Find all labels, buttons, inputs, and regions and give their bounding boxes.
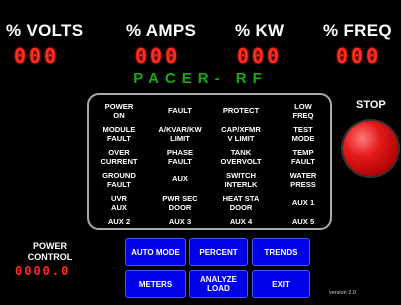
fault-item-uvr-aux: UVR AUX — [110, 194, 128, 212]
fault-item-test-mode: TEST MODE — [291, 125, 315, 143]
power-control-label: POWER CONTROL — [27, 241, 73, 262]
fault-item-switch-interlk: SWITCH INTERLK — [224, 171, 258, 189]
volts-readout: 000 — [14, 44, 60, 68]
fault-item-fault: FAULT — [168, 106, 192, 115]
meters-button[interactable]: METERS — [125, 270, 186, 298]
kw-title: % KW — [235, 21, 285, 40]
fault-item-aux-1: AUX 1 — [291, 198, 315, 207]
exit-button[interactable]: EXIT — [252, 270, 310, 298]
amps-readout: 000 — [135, 44, 181, 68]
fault-item-tank-overvolt: TANK OVERVOLT — [220, 148, 262, 166]
fault-item-water-press: WATER PRESS — [289, 171, 317, 189]
brand-logo-text: PACER- RF — [133, 70, 268, 87]
version-text: version 2.0 — [329, 290, 356, 296]
auto-mode-button[interactable]: AUTO MODE — [125, 238, 186, 266]
fault-item-power-on: POWER ON — [104, 102, 134, 120]
amps-title: % AMPS — [126, 21, 197, 40]
freq-title: % FREQ — [323, 21, 392, 40]
fault-item-temp-fault: TEMP FAULT — [291, 148, 315, 166]
fault-item-cap-xfmr: CAP/XFMR V LIMIT — [221, 125, 261, 143]
fault-item-aux-5: AUX 5 — [291, 217, 315, 226]
kw-readout: 000 — [237, 44, 283, 68]
fault-item-protect: PROTECT — [222, 106, 260, 115]
fault-item-aux-2: AUX 2 — [107, 217, 131, 226]
fault-item-ground-fault: GROUND FAULT — [102, 171, 136, 189]
fault-item-phase-fault: PHASE FAULT — [166, 148, 194, 166]
fault-item-aux: AUX — [171, 174, 189, 183]
power-control-readout: 0000.0 — [15, 264, 71, 278]
fault-item-kvar-limit: A/KVAR/KW LIMIT — [158, 125, 202, 143]
stop-button[interactable] — [343, 121, 398, 176]
fault-item-pwr-sec-door: PWR SEC DOOR — [162, 194, 198, 212]
percent-button[interactable]: PERCENT — [189, 238, 248, 266]
volts-title: % VOLTS — [6, 21, 84, 40]
fault-item-heat-sta-door: HEAT STA DOOR — [222, 194, 260, 212]
fault-item-aux-3: AUX 3 — [168, 217, 192, 226]
control-screen: % VOLTS % AMPS % KW % FREQ 000 000 000 0… — [0, 0, 401, 305]
fault-item-module-fault: MODULE FAULT — [102, 125, 136, 143]
fault-status-panel: POWER ON FAULT PROTECT LOW FREQ MODULE F… — [87, 93, 332, 230]
fault-item-aux-4: AUX 4 — [229, 217, 253, 226]
fault-item-low-freq: LOW FREQ — [292, 102, 314, 120]
freq-readout: 000 — [336, 44, 382, 68]
analyze-load-button[interactable]: ANALYZE LOAD — [189, 270, 248, 298]
fault-item-over-current: OVER CURRENT — [100, 148, 138, 166]
stop-label: STOP — [356, 99, 386, 111]
trends-button[interactable]: TRENDS — [252, 238, 310, 266]
